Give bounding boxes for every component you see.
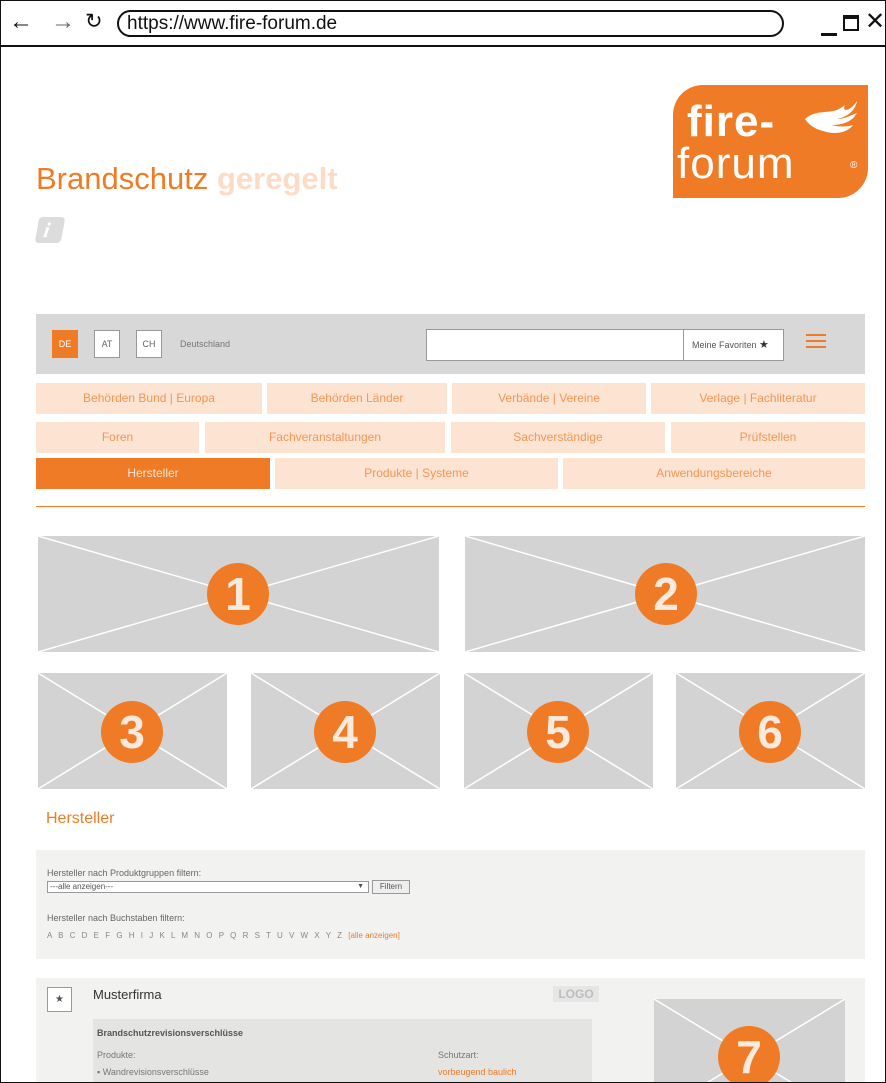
- address-bar[interactable]: https://www.fire-forum.de: [117, 10, 784, 37]
- section-title: Hersteller: [46, 810, 115, 827]
- favorite-star-button[interactable]: ★: [47, 987, 72, 1012]
- group-filter-label: Hersteller nach Produktgruppen filtern:: [47, 868, 202, 878]
- site-toolbar: DE AT CH Deutschland 🔍︎ Meine Favoriten …: [36, 314, 865, 374]
- tile-number-badge: 6: [739, 701, 801, 763]
- nav-produkte-systeme[interactable]: Produkte | Systeme: [275, 458, 558, 489]
- browser-toolbar: ← → ↻ https://www.fire-forum.de ✕: [1, 1, 885, 47]
- country-label: Deutschland: [180, 339, 231, 349]
- lang-de-button[interactable]: DE: [52, 330, 78, 358]
- nav-behoerden-laender[interactable]: Behörden Länder: [267, 383, 447, 414]
- lang-ch-button[interactable]: CH: [136, 330, 162, 358]
- letters-filter-label: Hersteller nach Buchstaben filtern:: [47, 913, 185, 923]
- nav-behoerden-bund[interactable]: Behörden Bund | Europa: [36, 383, 262, 414]
- show-all-link[interactable]: [alle anzeigen]: [348, 931, 400, 940]
- teaser-tile-5[interactable]: 5: [464, 673, 653, 789]
- dropdown-arrow-icon: ▼: [357, 883, 364, 890]
- nav-foren[interactable]: Foren: [36, 422, 199, 453]
- maximize-icon[interactable]: [843, 15, 859, 31]
- teaser-tile-6[interactable]: 6: [676, 673, 865, 789]
- teaser-tile-1[interactable]: 1: [38, 536, 439, 652]
- tile-number-badge: 3: [101, 701, 163, 763]
- product-item[interactable]: ▪ Wandrevisionsverschlüsse: [97, 1067, 209, 1077]
- logo-registered: ®: [850, 160, 858, 171]
- teaser-tile-2[interactable]: 2: [465, 536, 865, 652]
- lang-at-button[interactable]: AT: [94, 330, 120, 358]
- logo-line2: forum: [677, 139, 795, 188]
- protection-label: Schutzart:: [438, 1050, 479, 1060]
- teaser-tile-3[interactable]: 3: [38, 673, 227, 789]
- nav-anwendungsbereiche[interactable]: Anwendungsbereiche: [563, 458, 865, 489]
- back-arrow-icon[interactable]: ←: [9, 9, 33, 35]
- headline-accent: geregelt: [216, 161, 338, 196]
- forward-arrow-icon[interactable]: →: [51, 9, 75, 35]
- favorites-label: Meine Favoriten: [692, 340, 757, 350]
- letter-links[interactable]: A B C D E F G H I J K L M N O P Q R S T …: [47, 931, 344, 940]
- minimize-icon[interactable]: [821, 33, 837, 36]
- info-icon[interactable]: i: [34, 217, 66, 243]
- close-icon[interactable]: ✕: [865, 9, 885, 35]
- flame-icon: [805, 101, 857, 133]
- manufacturer-entry: ★ Musterfirma LOGO Brandschutzrevisionsv…: [36, 978, 865, 1082]
- nav-hersteller[interactable]: Hersteller: [36, 458, 270, 489]
- products-label: Produkte:: [97, 1050, 136, 1060]
- page-headline: Brandschutz geregelt: [36, 161, 338, 197]
- nav-divider: [36, 506, 865, 507]
- tile-number-badge: 7: [718, 1026, 780, 1082]
- hamburger-menu-icon[interactable]: [806, 334, 826, 348]
- star-icon: ★: [759, 339, 769, 351]
- tile-number-badge: 5: [527, 701, 589, 763]
- fire-forum-logo[interactable]: fire- forum ®: [673, 85, 868, 198]
- tile-number-badge: 2: [635, 563, 697, 625]
- headline-main: Brandschutz: [36, 161, 209, 196]
- product-group-select[interactable]: ---alle anzeigen--- ▼: [47, 881, 369, 893]
- nav-pruefstellen[interactable]: Prüfstellen: [671, 422, 865, 453]
- teaser-tile-4[interactable]: 4: [251, 673, 440, 789]
- reload-icon[interactable]: ↻: [85, 9, 103, 35]
- filter-button[interactable]: Filtern: [372, 880, 410, 894]
- nav-verlage[interactable]: Verlage | Fachliteratur: [651, 383, 865, 414]
- browser-window: ← → ↻ https://www.fire-forum.de ✕ Brands…: [0, 0, 886, 1083]
- tile-number-badge: 1: [207, 563, 269, 625]
- protection-value[interactable]: vorbeugend baulich: [438, 1067, 517, 1077]
- favorites-button[interactable]: Meine Favoriten ★: [683, 329, 784, 361]
- letter-filter[interactable]: A B C D E F G H I J K L M N O P Q R S T …: [47, 931, 400, 940]
- search-input[interactable]: 🔍︎: [426, 329, 714, 361]
- filter-panel: Hersteller nach Produktgruppen filtern: …: [36, 850, 865, 959]
- tile-number-badge: 4: [314, 701, 376, 763]
- product-group-title: Brandschutzrevisionsverschlüsse: [97, 1028, 244, 1038]
- company-logo-placeholder: LOGO: [553, 986, 599, 1002]
- company-name[interactable]: Musterfirma: [93, 987, 162, 1002]
- nav-verbaende[interactable]: Verbände | Vereine: [452, 383, 646, 414]
- nav-sachverstaendige[interactable]: Sachverständige: [451, 422, 665, 453]
- product-group-details: Brandschutzrevisionsverschlüsse Produkte…: [93, 1019, 592, 1082]
- nav-fachveranstaltungen[interactable]: Fachveranstaltungen: [205, 422, 445, 453]
- teaser-tile-7[interactable]: 7: [654, 999, 845, 1082]
